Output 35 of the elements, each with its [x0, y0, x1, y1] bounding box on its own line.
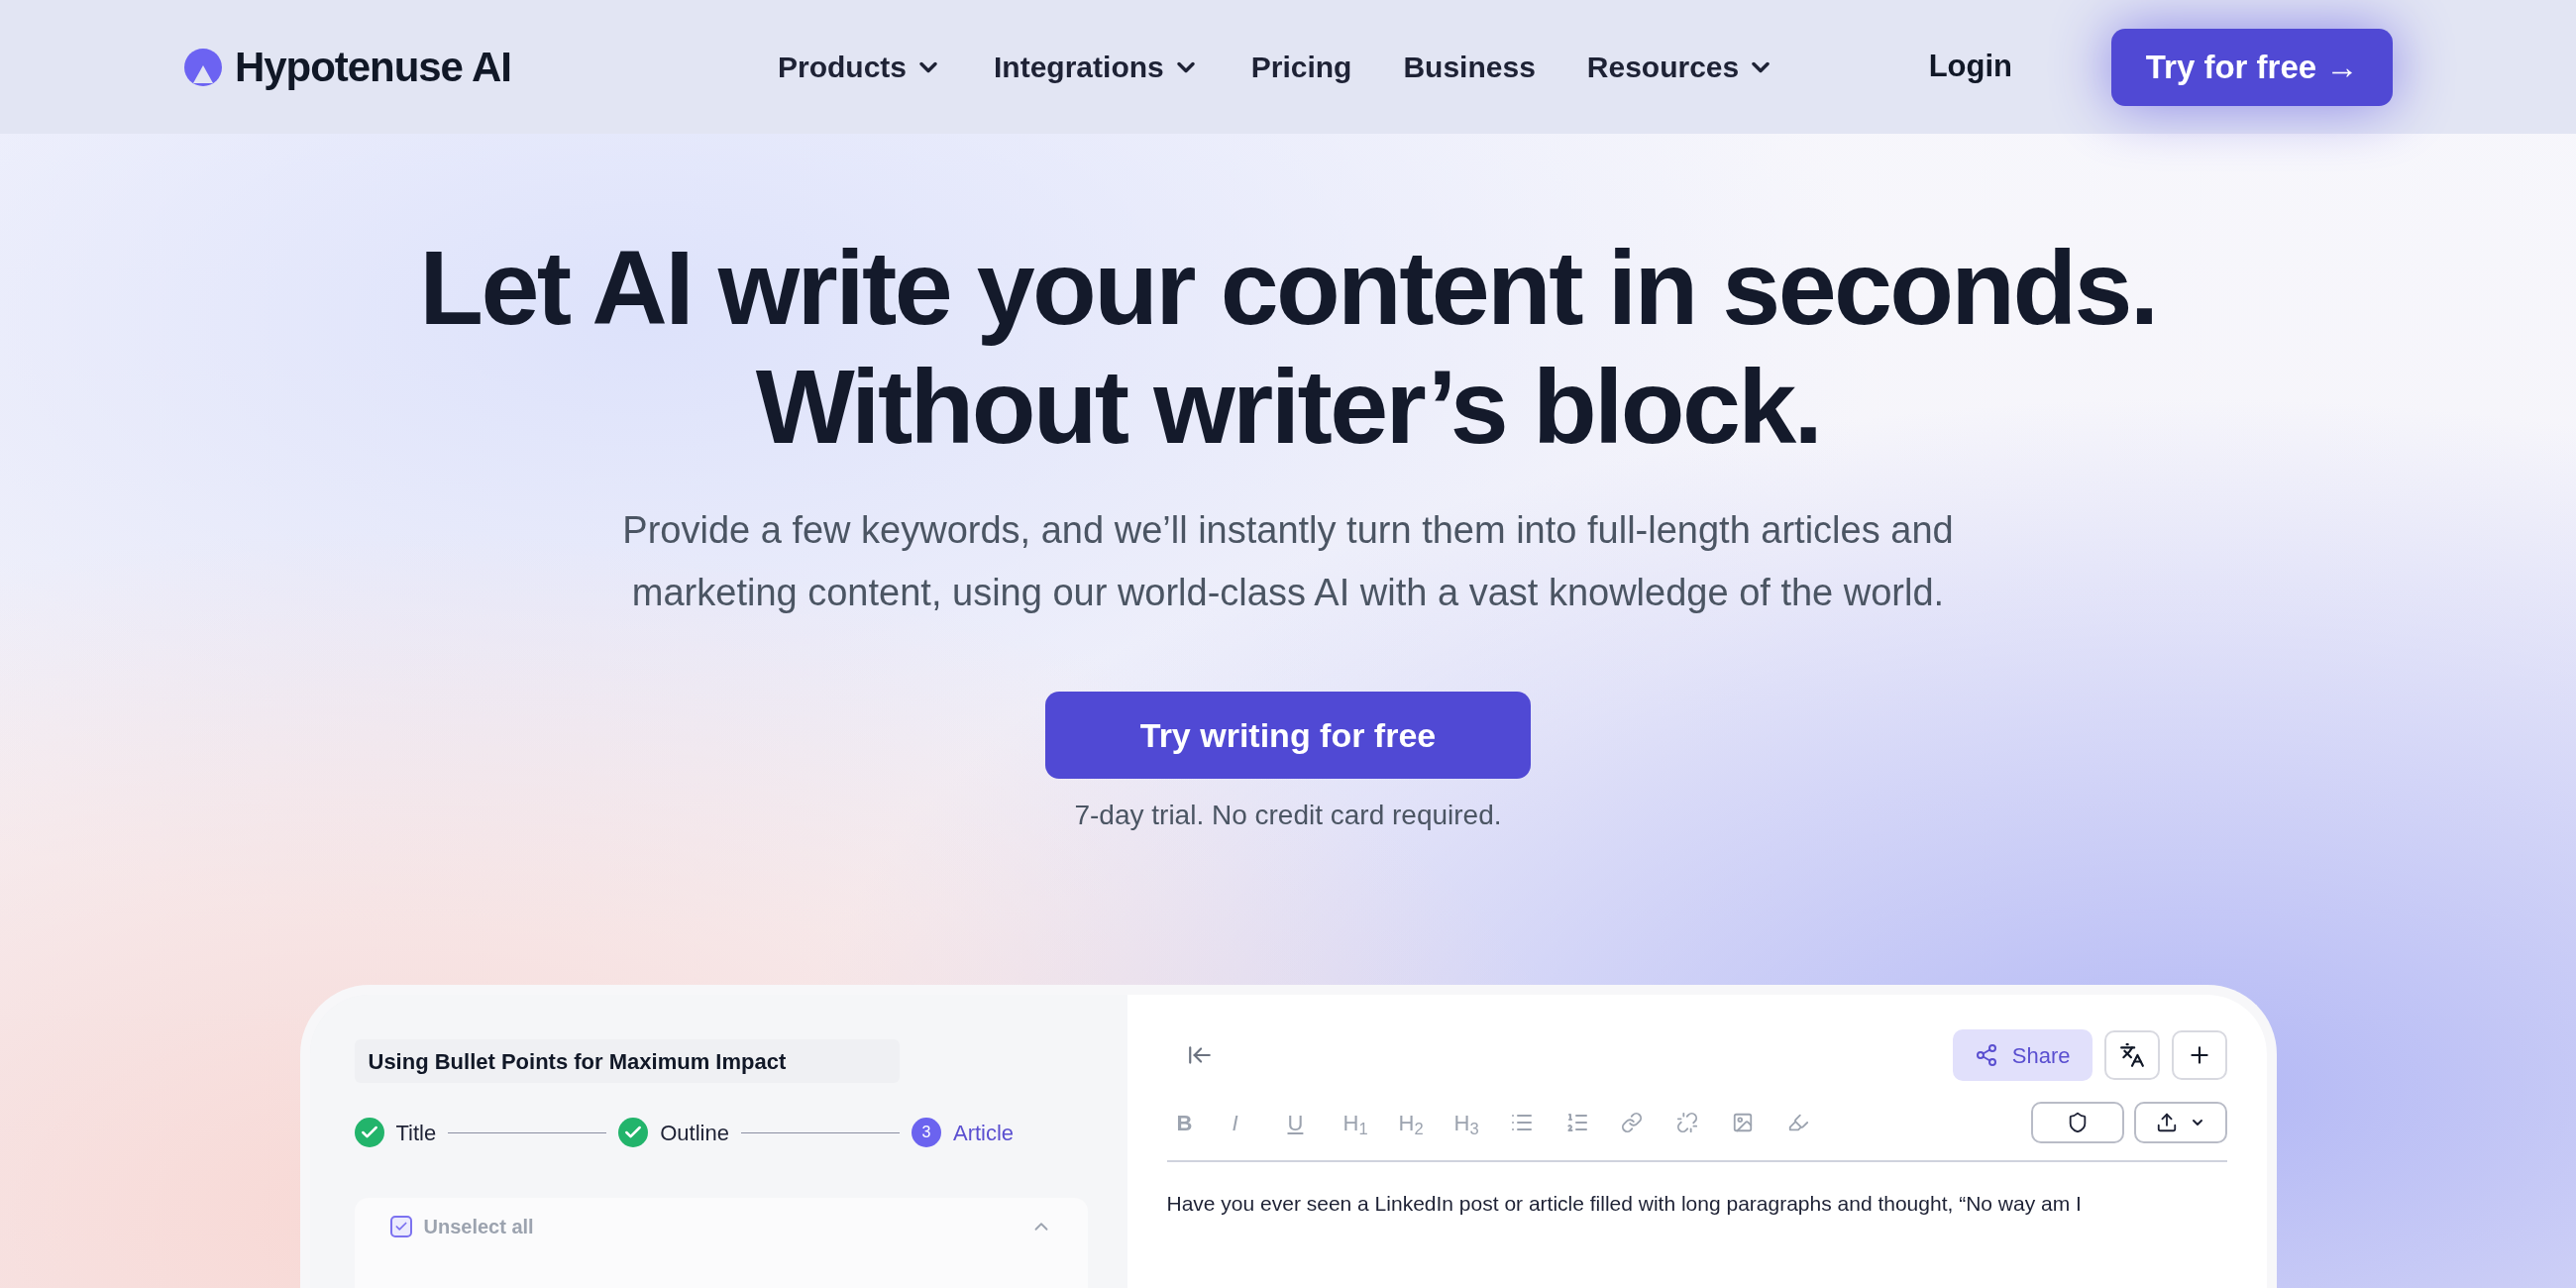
highlighter-icon[interactable] [1786, 1112, 1809, 1133]
check-icon [393, 1220, 408, 1234]
logo-text: Hypotenuse AI [235, 43, 511, 92]
trial-note: 7-day trial. No credit card required. [1074, 799, 1502, 832]
article-paragraph: Have you ever seen a LinkedIn post or article filled with long paragraphs and thought, “No way am I [1166, 1191, 2083, 1217]
step-label[interactable]: Title [395, 1116, 437, 1149]
translate-button[interactable] [2103, 1030, 2160, 1080]
nav-link[interactable]: Products [778, 45, 943, 89]
image-icon[interactable] [1731, 1112, 1754, 1133]
share-icon [1974, 1043, 1998, 1067]
numbered-list-icon[interactable] [1564, 1111, 1589, 1134]
nav-link[interactable]: Pricing [1250, 45, 1352, 89]
nav-link[interactable]: Resources [1586, 45, 1775, 89]
logo-icon [183, 47, 223, 87]
nav-link[interactable]: Business [1403, 45, 1536, 89]
try-for-free-button[interactable]: Try for free → [2111, 28, 2393, 106]
export-button[interactable] [2133, 1102, 2227, 1143]
step-number: 3 [911, 1118, 941, 1147]
shield-button[interactable] [2030, 1102, 2124, 1143]
try-writing-button[interactable]: Try writing for free [1045, 692, 1531, 779]
share-button[interactable]: Share [1952, 1029, 2093, 1081]
unlink-icon[interactable] [1675, 1112, 1698, 1133]
step-label[interactable]: Article [952, 1116, 1015, 1149]
step-label[interactable]: Outline [660, 1116, 729, 1149]
translate-icon [2118, 1042, 2145, 1068]
add-button[interactable] [2171, 1030, 2227, 1080]
headline: Let AI write your content in seconds. Without writer’s block. [419, 228, 2157, 466]
login-link[interactable]: Login [1928, 44, 2012, 90]
checkbox[interactable] [389, 1216, 412, 1237]
subtitle: Provide a few keywords, and we’ll instantly turn them into full-length articles and marketing content, using our world-class AI with a vast knowledge of the world. [622, 508, 1954, 615]
nav-link[interactable]: Integrations [994, 45, 1200, 89]
link-icon[interactable] [1620, 1112, 1643, 1133]
unselect-all-label: Unselect all [423, 1216, 534, 1237]
upload-icon [2155, 1112, 2178, 1133]
article-title-field[interactable]: Using Bullet Points for Maximum Impact [354, 1039, 900, 1083]
